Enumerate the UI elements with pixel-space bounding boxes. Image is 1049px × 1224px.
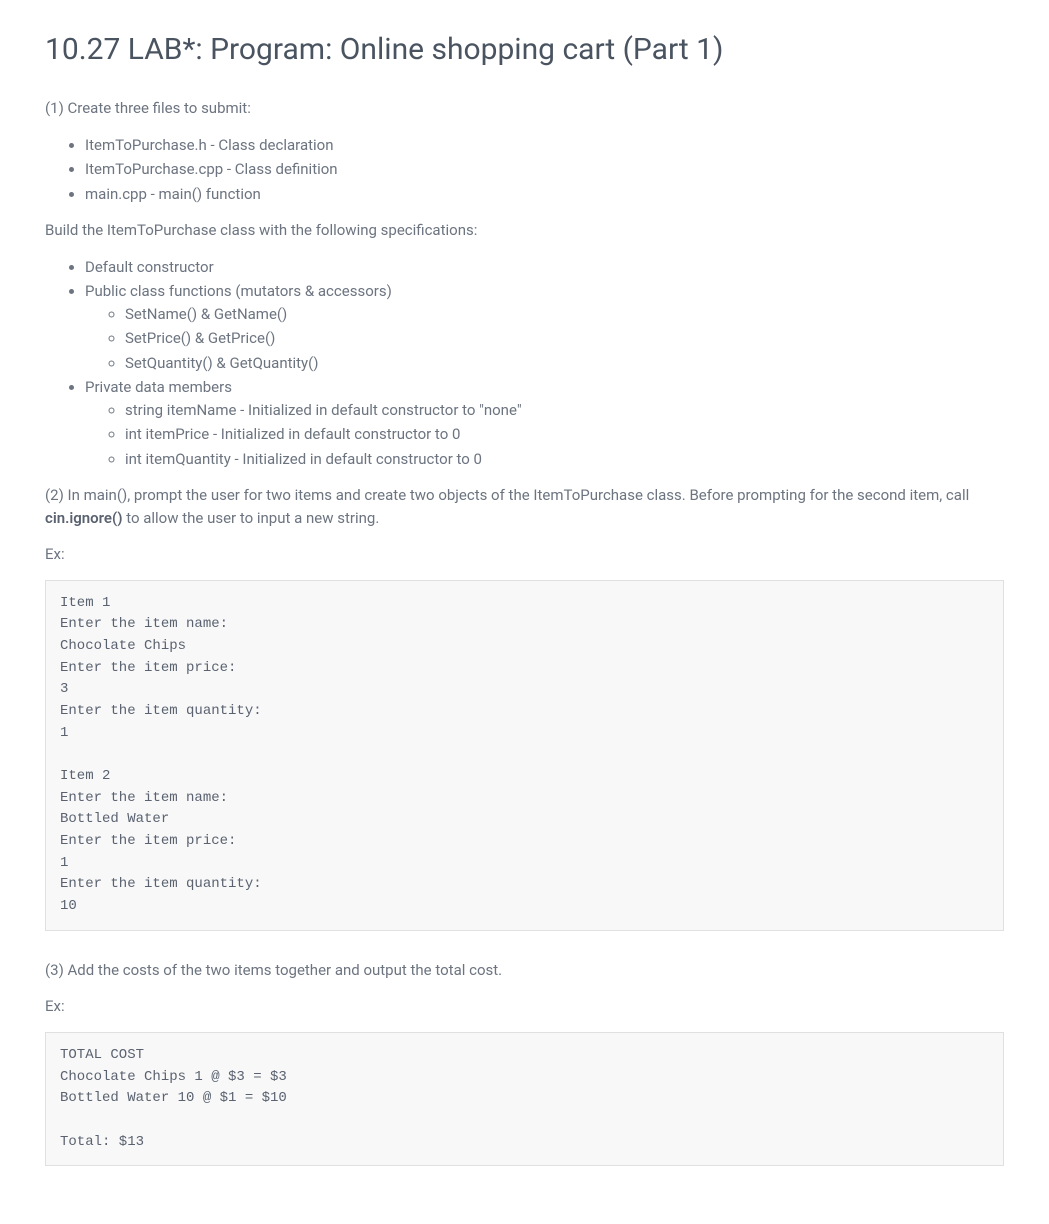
sub-list: string itemName - Initialized in default… [85,399,1004,471]
list-item: SetPrice() & GetPrice() [125,327,1004,350]
list-item: string itemName - Initialized in default… [125,399,1004,422]
inline-code: cin.ignore() [45,509,122,527]
step2-text-after: to allow the user to input a new string. [122,509,379,527]
list-item: int itemPrice - Initialized in default c… [125,423,1004,446]
list-item: Private data members string itemName - I… [85,376,1004,470]
files-list: ItemToPurchase.h - Class declaration Ite… [45,134,1004,206]
specs-list: Default constructor Public class functio… [45,256,1004,471]
list-item: SetName() & GetName() [125,303,1004,326]
page-title: 10.27 LAB*: Program: Online shopping car… [45,30,1004,69]
example-output-block: TOTAL COST Chocolate Chips 1 @ $3 = $3 B… [45,1032,1004,1166]
list-item: main.cpp - main() function [85,183,1004,206]
step1-intro: (1) Create three files to submit: [45,97,1004,120]
example-label: Ex: [45,543,1004,566]
step2-text: (2) In main(), prompt the user for two i… [45,484,1004,529]
build-intro: Build the ItemToPurchase class with the … [45,219,1004,242]
sub-list: SetName() & GetName() SetPrice() & GetPr… [85,303,1004,375]
list-item: int itemQuantity - Initialized in defaul… [125,448,1004,471]
list-item: Default constructor [85,256,1004,279]
list-item: SetQuantity() & GetQuantity() [125,352,1004,375]
step3-text: (3) Add the costs of the two items toget… [45,959,1004,982]
list-item-label: Private data members [85,378,232,396]
list-item: Public class functions (mutators & acces… [85,280,1004,374]
list-item-label: Public class functions (mutators & acces… [85,282,392,300]
example-output-block: Item 1 Enter the item name: Chocolate Ch… [45,580,1004,931]
list-item: ItemToPurchase.h - Class declaration [85,134,1004,157]
example-label: Ex: [45,995,1004,1018]
list-item: ItemToPurchase.cpp - Class definition [85,158,1004,181]
step2-text-before: (2) In main(), prompt the user for two i… [45,486,969,504]
